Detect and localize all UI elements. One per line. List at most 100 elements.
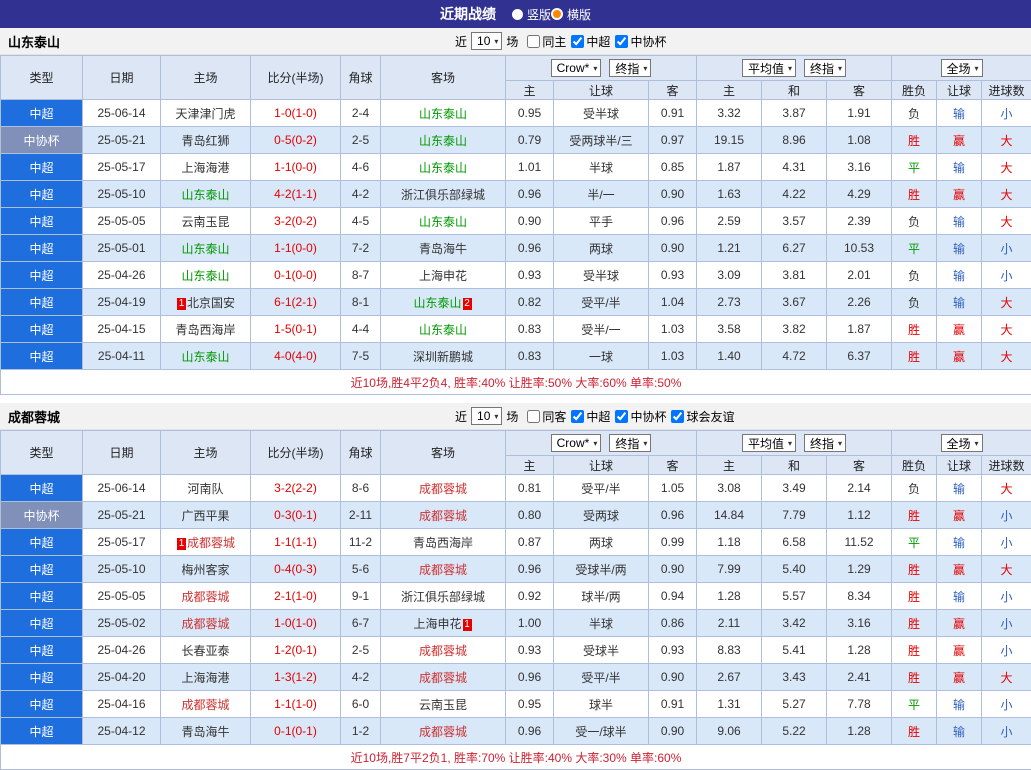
games-count-select[interactable]: 10 ▾ [471,32,502,50]
column-header: 日期 [83,56,161,100]
filter-checkbox[interactable]: 同客 [527,408,566,425]
radio-selected-icon[interactable] [551,8,563,20]
crow-home-odds: 0.92 [506,583,554,610]
odds-source-select[interactable]: 终指▾ [609,59,651,77]
match-date: 25-04-26 [83,637,161,664]
match-date: 25-04-11 [83,343,161,370]
filter-checkbox[interactable]: 中超 [571,408,610,425]
odds-source-select[interactable]: 平均值▾ [742,59,796,77]
handicap-line: 两球 [554,529,649,556]
checkbox-input[interactable] [571,35,584,48]
goals-result: 小 [982,235,1031,262]
checkbox-input[interactable] [671,410,684,423]
filter-checkbox[interactable]: 球会友谊 [671,408,734,425]
checkbox-input[interactable] [527,35,540,48]
checkbox-input[interactable] [615,35,628,48]
view-mode-option[interactable]: 横版 [551,6,591,23]
match-date: 25-05-01 [83,235,161,262]
odds-source-select[interactable]: Crow*▾ [551,434,602,452]
chevron-down-icon: ▾ [494,37,498,46]
section-filter-row: 成都蓉城 近 10 ▾ 场 同客中超中协杯球会友谊 [0,403,1031,430]
league-type: 中超 [1,610,83,637]
avg-draw-odds: 3.87 [762,100,827,127]
match-date: 25-05-10 [83,556,161,583]
crow-home-odds: 0.96 [506,181,554,208]
odds-source-select[interactable]: Crow*▾ [551,59,602,77]
outcome-result: 平 [892,154,937,181]
outcome-result: 胜 [892,718,937,745]
league-type: 中超 [1,691,83,718]
odds-source-select[interactable]: 终指▾ [804,59,846,77]
home-team-name: 成都蓉城 [181,698,229,712]
home-team-name: 成都蓉城 [181,617,229,631]
handicap-result: 赢 [937,556,982,583]
home-team-name: 北京国安 [187,296,235,310]
avg-away-odds: 1.28 [827,718,892,745]
checkbox-input[interactable] [615,410,628,423]
odds-source-select[interactable]: 终指▾ [609,434,651,452]
home-team-name: 成都蓉城 [181,590,229,604]
corner-count: 7-2 [341,235,381,262]
chevron-down-icon: ▾ [593,64,597,73]
match-date: 25-04-20 [83,664,161,691]
home-team-name: 梅州客家 [181,563,229,577]
filter-checkbox[interactable]: 中协杯 [615,33,666,50]
filter-checkbox[interactable]: 中超 [571,33,610,50]
crow-home-odds: 1.01 [506,154,554,181]
corner-count: 8-6 [341,475,381,502]
filter-checkbox[interactable]: 同主 [527,33,566,50]
home-team-name: 上海海港 [181,161,229,175]
handicap-result: 输 [937,691,982,718]
corner-count: 4-2 [341,664,381,691]
crow-home-odds: 0.80 [506,502,554,529]
view-mode-option[interactable]: 竖版 [512,6,551,23]
handicap-result: 赢 [937,343,982,370]
home-team: 广西平果 [161,502,251,529]
games-count-select[interactable]: 10 ▾ [471,407,502,425]
match-date: 25-05-21 [83,502,161,529]
goals-result: 小 [982,502,1031,529]
away-team-name: 成都蓉城 [419,509,467,523]
corner-count: 2-5 [341,127,381,154]
odds-source-select-value: 终指 [810,435,834,452]
odds-source-select[interactable]: 平均值▾ [742,434,796,452]
home-team: 河南队 [161,475,251,502]
checkbox-input[interactable] [527,410,540,423]
avg-home-odds: 9.06 [697,718,762,745]
avg-home-odds: 3.08 [697,475,762,502]
avg-away-odds: 8.34 [827,583,892,610]
match-score: 0-1(0-0) [251,262,341,289]
handicap-result: 输 [937,475,982,502]
avg-home-odds: 2.59 [697,208,762,235]
away-team: 山东泰山 [381,127,506,154]
handicap-line: 受平/半 [554,289,649,316]
away-team: 山东泰山 [381,154,506,181]
outcome-result: 负 [892,100,937,127]
avg-away-odds: 2.41 [827,664,892,691]
home-team: 成都蓉城 [161,583,251,610]
match-score: 1-2(0-1) [251,637,341,664]
checkbox-label: 中协杯 [630,33,666,50]
crow-away-odds: 0.86 [649,610,697,637]
filter-checkbox[interactable]: 中协杯 [615,408,666,425]
odds-source-select[interactable]: 全场▾ [941,434,983,452]
away-team-name: 山东泰山 [419,161,467,175]
match-row: 中超25-05-02成都蓉城1-0(1-0)6-7上海申花11.00半球0.86… [1,610,1031,637]
match-row: 中超25-06-14天津津门虎1-0(1-0)2-4山东泰山0.95受半球0.9… [1,100,1031,127]
team-section-chengdu: 成都蓉城 近 10 ▾ 场 同客中超中协杯球会友谊 类型日期主场比分(半场)角球… [0,403,1031,770]
odds-source-select-value: 全场 [947,60,971,77]
outcome-result: 胜 [892,181,937,208]
outcome-result: 胜 [892,664,937,691]
radio-icon[interactable] [512,9,523,20]
odds-source-select[interactable]: 全场▾ [941,59,983,77]
crow-away-odds: 0.90 [649,718,697,745]
checkbox-input[interactable] [571,410,584,423]
crow-home-odds: 0.87 [506,529,554,556]
match-date: 25-05-02 [83,610,161,637]
odds-source-select[interactable]: 终指▾ [804,434,846,452]
home-team: 成都蓉城 [161,610,251,637]
avg-draw-odds: 3.67 [762,289,827,316]
handicap-result: 输 [937,583,982,610]
crow-away-odds: 0.90 [649,664,697,691]
column-header: 客 [649,456,697,475]
